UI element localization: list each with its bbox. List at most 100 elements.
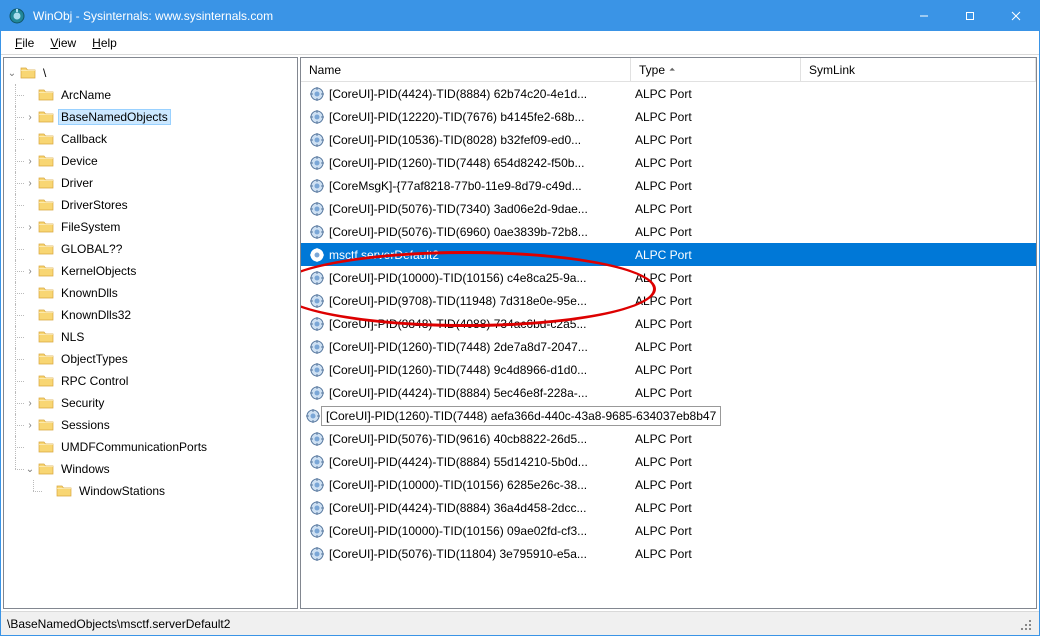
tree-item-kernelobjects[interactable]: ›KernelObjects (6, 260, 295, 282)
tree-item-basenamedobjects[interactable]: ›BaseNamedObjects (6, 106, 295, 128)
list-cell-type: ALPC Port (631, 455, 801, 469)
list-cell-name: [CoreUI]-PID(4424)-TID(8884) 62b74c20-4e… (305, 86, 631, 102)
list-row[interactable]: [CoreUI]-PID(4424)-TID(8884) 36a4d458-2d… (301, 496, 1036, 519)
tree-item-label: \ (40, 65, 49, 81)
folder-icon (38, 263, 54, 279)
list-cell-name: [CoreUI]-PID(4424)-TID(8884) 5ec46e8f-22… (305, 385, 631, 401)
alpc-port-icon (309, 362, 325, 378)
list-pane[interactable]: Name Type⏶ SymLink [CoreUI]-PID(4424)-TI… (300, 57, 1037, 609)
tree-item-label: Device (58, 153, 101, 169)
list-row[interactable]: [CoreUI]-PID(10000)-TID(10156) c4e8ca25-… (301, 266, 1036, 289)
tree-item-sessions[interactable]: ›Sessions (6, 414, 295, 436)
folder-icon (38, 461, 54, 477)
alpc-port-icon (309, 385, 325, 401)
minimize-button[interactable] (901, 1, 947, 31)
alpc-port-icon (309, 201, 325, 217)
tree-glyph (24, 89, 36, 101)
list-row[interactable]: [CoreUI]-PID(4424)-TID(8884) 55d14210-5b… (301, 450, 1036, 473)
expand-icon[interactable]: › (24, 221, 36, 233)
alpc-port-icon (309, 523, 325, 539)
list-row[interactable]: [CoreUI]-PID(10000)-TID(10156) 6285e26c-… (301, 473, 1036, 496)
tree-glyph (24, 331, 36, 343)
list-row[interactable]: [CoreUI]-PID(5076)-TID(11804) 3e795910-e… (301, 542, 1036, 565)
tree-glyph (24, 309, 36, 321)
tree-item-label: WindowStations (76, 483, 168, 499)
folder-icon (38, 87, 54, 103)
list-row[interactable]: [CoreUI]-PID(10536)-TID(8028) b32fef09-e… (301, 128, 1036, 151)
folder-icon (38, 439, 54, 455)
tree-item-driver[interactable]: ›Driver (6, 172, 295, 194)
tree-item-filesystem[interactable]: ›FileSystem (6, 216, 295, 238)
list-cell-name: [CoreUI]-PID(8848)-TID(4088) 734ac6bd-c2… (305, 316, 631, 332)
list-cell-type: ALPC Port (631, 133, 801, 147)
tree-item-global-[interactable]: GLOBAL?? (6, 238, 295, 260)
tree-item-arcname[interactable]: ArcName (6, 84, 295, 106)
alpc-port-icon (309, 500, 325, 516)
list-row[interactable]: [CoreUI]-PID(1260)-TID(7448) aefa366d-44… (301, 404, 1036, 427)
list-row[interactable]: msctf.serverDefault2ALPC Port (301, 243, 1036, 266)
expand-icon[interactable]: › (24, 265, 36, 277)
expand-icon[interactable]: › (24, 419, 36, 431)
menu-view[interactable]: View (42, 33, 84, 53)
list-row[interactable]: [CoreUI]-PID(12220)-TID(7676) b4145fe2-6… (301, 105, 1036, 128)
list-cell-name: [CoreUI]-PID(10536)-TID(8028) b32fef09-e… (305, 132, 631, 148)
tree-item-knowndlls[interactable]: KnownDlls (6, 282, 295, 304)
tree-item-label: GLOBAL?? (58, 241, 125, 257)
folder-icon (38, 285, 54, 301)
tree-item-driverstores[interactable]: DriverStores (6, 194, 295, 216)
tree-root[interactable]: ⌄\ (6, 62, 295, 84)
menu-file[interactable]: File (7, 33, 42, 53)
column-header-type[interactable]: Type⏶ (631, 58, 801, 81)
list-row[interactable]: [CoreUI]-PID(5076)-TID(6960) 0ae3839b-72… (301, 220, 1036, 243)
list-row[interactable]: [CoreMsgK]-{77af8218-77b0-11e9-8d79-c49d… (301, 174, 1036, 197)
alpc-port-icon (309, 270, 325, 286)
list-row[interactable]: [CoreUI]-PID(5076)-TID(9616) 40cb8822-26… (301, 427, 1036, 450)
tree-glyph (24, 375, 36, 387)
tree-item-objecttypes[interactable]: ObjectTypes (6, 348, 295, 370)
column-header-symlink[interactable]: SymLink (801, 58, 1036, 81)
tree-item-nls[interactable]: NLS (6, 326, 295, 348)
tree-item-knowndlls32[interactable]: KnownDlls32 (6, 304, 295, 326)
list-cell-type: ALPC Port (631, 547, 801, 561)
tree-item-umdfcommunicationports[interactable]: UMDFCommunicationPorts (6, 436, 295, 458)
list-cell-name: [CoreUI]-PID(1260)-TID(7448) 654d8242-f5… (305, 155, 631, 171)
list-row[interactable]: [CoreUI]-PID(10000)-TID(10156) 09ae02fd-… (301, 519, 1036, 542)
maximize-button[interactable] (947, 1, 993, 31)
column-header-name[interactable]: Name (301, 58, 631, 81)
list-row[interactable]: [CoreUI]-PID(1260)-TID(7448) 9c4d8966-d1… (301, 358, 1036, 381)
alpc-port-icon (309, 132, 325, 148)
tree-item-rpc-control[interactable]: RPC Control (6, 370, 295, 392)
list-row[interactable]: [CoreUI]-PID(1260)-TID(7448) 2de7a8d7-20… (301, 335, 1036, 358)
close-button[interactable] (993, 1, 1039, 31)
expand-icon[interactable]: › (24, 177, 36, 189)
resize-grip-icon[interactable] (1017, 616, 1033, 632)
list-cell-type: ALPC Port (631, 524, 801, 538)
folder-icon (38, 329, 54, 345)
list-row[interactable]: [CoreUI]-PID(1260)-TID(7448) 654d8242-f5… (301, 151, 1036, 174)
list-cell-type: ALPC Port (631, 317, 801, 331)
tree-item-callback[interactable]: Callback (6, 128, 295, 150)
alpc-port-icon (309, 316, 325, 332)
list-cell-name: [CoreUI]-PID(5076)-TID(11804) 3e795910-e… (305, 546, 631, 562)
expand-icon[interactable]: › (24, 111, 36, 123)
folder-icon (38, 241, 54, 257)
list-row[interactable]: [CoreUI]-PID(4424)-TID(8884) 62b74c20-4e… (301, 82, 1036, 105)
list-row[interactable]: [CoreUI]-PID(9708)-TID(11948) 7d318e0e-9… (301, 289, 1036, 312)
expand-icon[interactable]: › (24, 397, 36, 409)
folder-icon (20, 65, 36, 81)
tree-item-windows[interactable]: ⌄Windows (6, 458, 295, 480)
tree-item-label: RPC Control (58, 373, 131, 389)
collapse-icon[interactable]: ⌄ (24, 463, 36, 475)
tree-item-device[interactable]: › Device (6, 150, 295, 172)
collapse-icon[interactable]: ⌄ (6, 67, 18, 79)
list-row[interactable]: [CoreUI]-PID(8848)-TID(4088) 734ac6bd-c2… (301, 312, 1036, 335)
list-row[interactable]: [CoreUI]-PID(4424)-TID(8884) 5ec46e8f-22… (301, 381, 1036, 404)
statusbar: \BaseNamedObjects\msctf.serverDefault2 (1, 611, 1039, 635)
list-row[interactable]: [CoreUI]-PID(5076)-TID(7340) 3ad06e2d-9d… (301, 197, 1036, 220)
expand-icon[interactable]: › (24, 155, 36, 167)
tree-item-security[interactable]: ›Security (6, 392, 295, 414)
tree-item-label: NLS (58, 329, 87, 345)
tree-item-windowstations[interactable]: WindowStations (6, 480, 295, 502)
tree-pane[interactable]: ⌄\ArcName›BaseNamedObjectsCallback›Devic… (3, 57, 298, 609)
menu-help[interactable]: Help (84, 33, 125, 53)
